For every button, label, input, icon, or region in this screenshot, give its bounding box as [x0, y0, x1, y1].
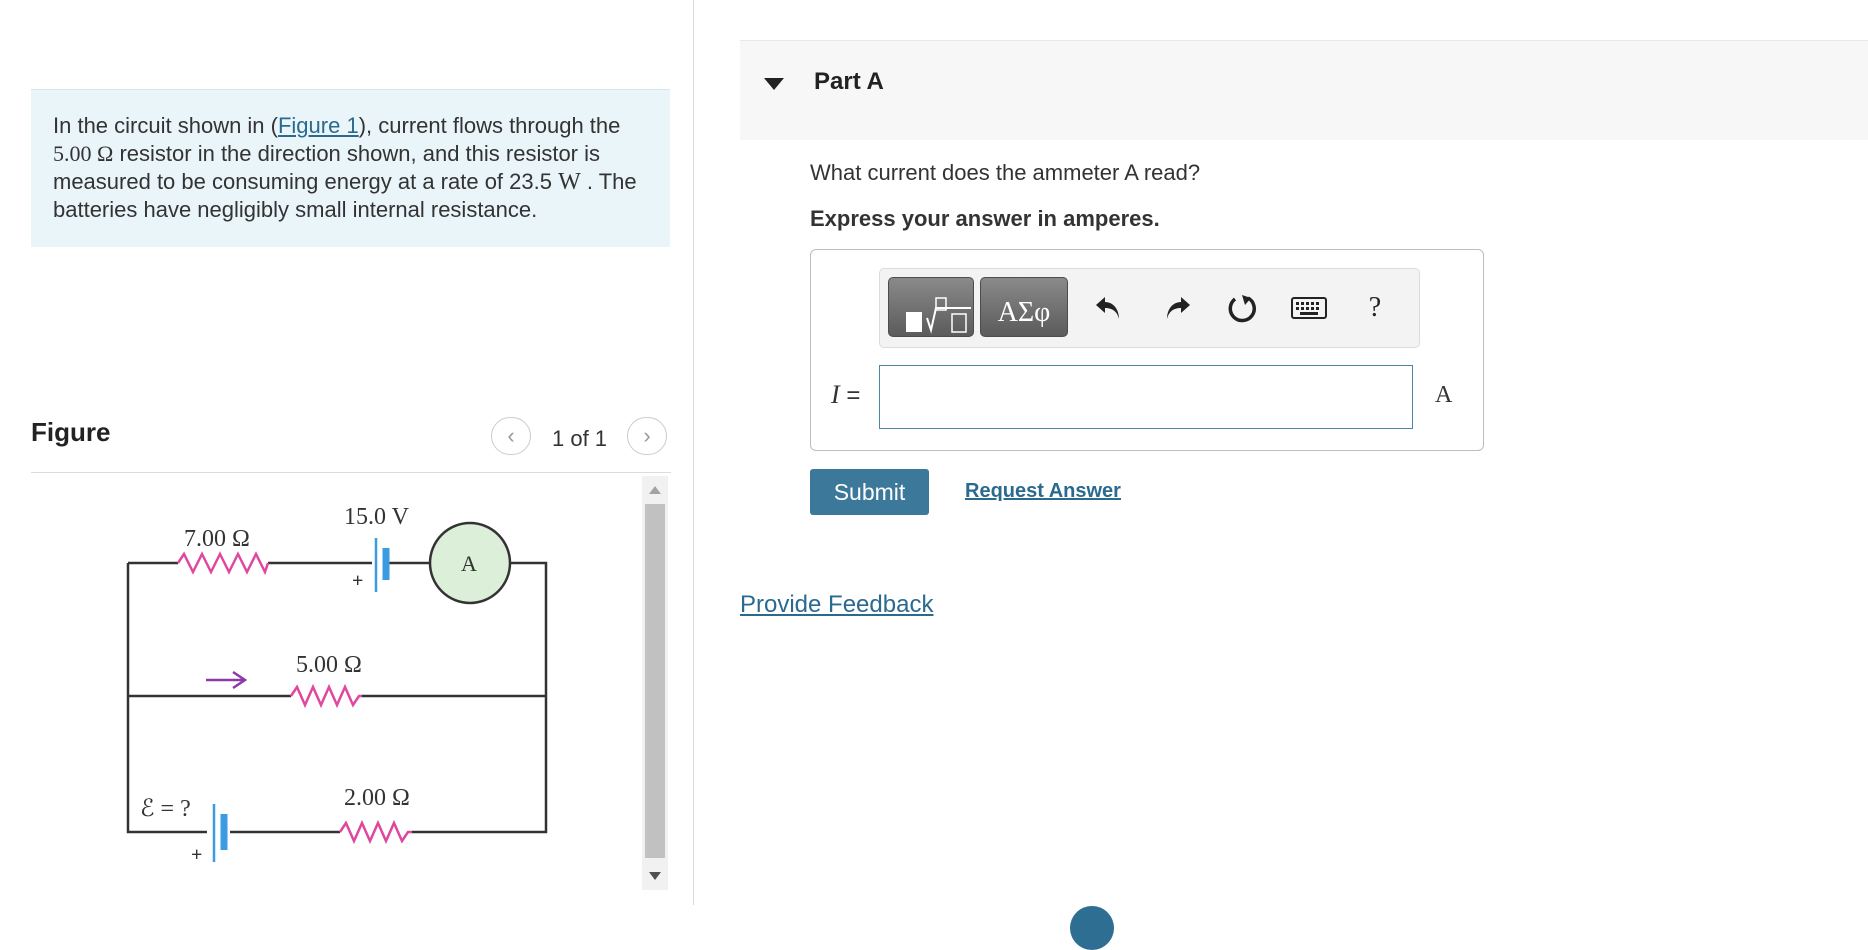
label-ammeter: A	[461, 551, 477, 576]
scroll-down-icon[interactable]	[649, 872, 661, 880]
resistor-5-ohm	[289, 683, 362, 709]
submit-button[interactable]: Submit	[810, 469, 929, 515]
keyboard-button[interactable]	[1290, 291, 1328, 325]
label-r1: 7.00 Ω	[184, 526, 250, 552]
label-r2: 5.00 Ω	[296, 652, 362, 678]
variable-label: I =	[831, 380, 861, 409]
scroll-thumb[interactable]	[645, 504, 665, 858]
help-bubble-icon[interactable]	[1070, 906, 1114, 950]
reset-button[interactable]	[1225, 291, 1259, 325]
label-v1-plus: +	[352, 570, 363, 592]
math-toolbar: ΑΣφ ?	[879, 268, 1420, 348]
problem-statement: In the circuit shown in (Figure 1), curr…	[31, 89, 670, 247]
next-figure-button[interactable]: ›	[627, 417, 667, 455]
redo-button[interactable]	[1161, 291, 1195, 325]
greek-symbols-button[interactable]: ΑΣφ	[980, 277, 1068, 337]
part-a-header[interactable]: Part A	[740, 40, 1868, 140]
redo-icon	[1167, 297, 1190, 319]
undo-button[interactable]	[1091, 291, 1125, 325]
answer-input[interactable]	[879, 365, 1413, 429]
current-arrow-icon	[206, 670, 248, 690]
resistor-value: 5.00 Ω	[53, 141, 114, 166]
circuit-diagram: 7.00 Ω 15.0 V A + 5.00 Ω ℰ = ? + 2.00 Ω	[126, 504, 548, 866]
templates-button[interactable]	[888, 277, 974, 337]
help-button[interactable]: ?	[1358, 291, 1392, 325]
power-unit: W	[558, 169, 581, 195]
label-emf-plus: +	[191, 844, 202, 866]
figure-title: Figure	[31, 417, 111, 447]
figure-counter: 1 of 1	[552, 426, 608, 451]
left-pane: In the circuit shown in (Figure 1), curr…	[0, 0, 693, 919]
figure-scrollbar[interactable]	[642, 476, 668, 890]
part-title: Part A	[814, 68, 884, 95]
caret-down-icon[interactable]	[764, 78, 784, 90]
scroll-up-icon[interactable]	[649, 486, 661, 494]
figure-link[interactable]: Figure 1	[278, 113, 359, 138]
circuit-wires	[126, 561, 548, 834]
resistor-2-ohm	[338, 819, 412, 845]
provide-feedback-link[interactable]: Provide Feedback	[740, 591, 933, 619]
question-text: What current does the ammeter A read?	[810, 160, 1201, 185]
unit-label: A	[1435, 382, 1453, 408]
pane-divider	[693, 0, 694, 905]
answer-box: ΑΣφ ? I = A	[810, 249, 1484, 451]
request-answer-link[interactable]: Request Answer	[965, 480, 1121, 503]
prev-figure-button[interactable]: ‹	[491, 417, 531, 455]
chevron-left-icon: ‹	[507, 423, 515, 448]
templates-icon	[906, 297, 971, 334]
figure-divider	[31, 472, 671, 473]
chevron-right-icon: ›	[643, 423, 651, 448]
instruction-text: Express your answer in amperes.	[810, 206, 1160, 231]
label-v1: 15.0 V	[344, 504, 410, 530]
reset-icon	[1228, 295, 1256, 323]
resistor-7-ohm	[176, 551, 270, 576]
label-emf: ℰ = ?	[140, 796, 191, 822]
undo-icon	[1096, 297, 1119, 319]
label-r3: 2.00 Ω	[344, 785, 410, 811]
keyboard-icon	[1291, 297, 1327, 319]
